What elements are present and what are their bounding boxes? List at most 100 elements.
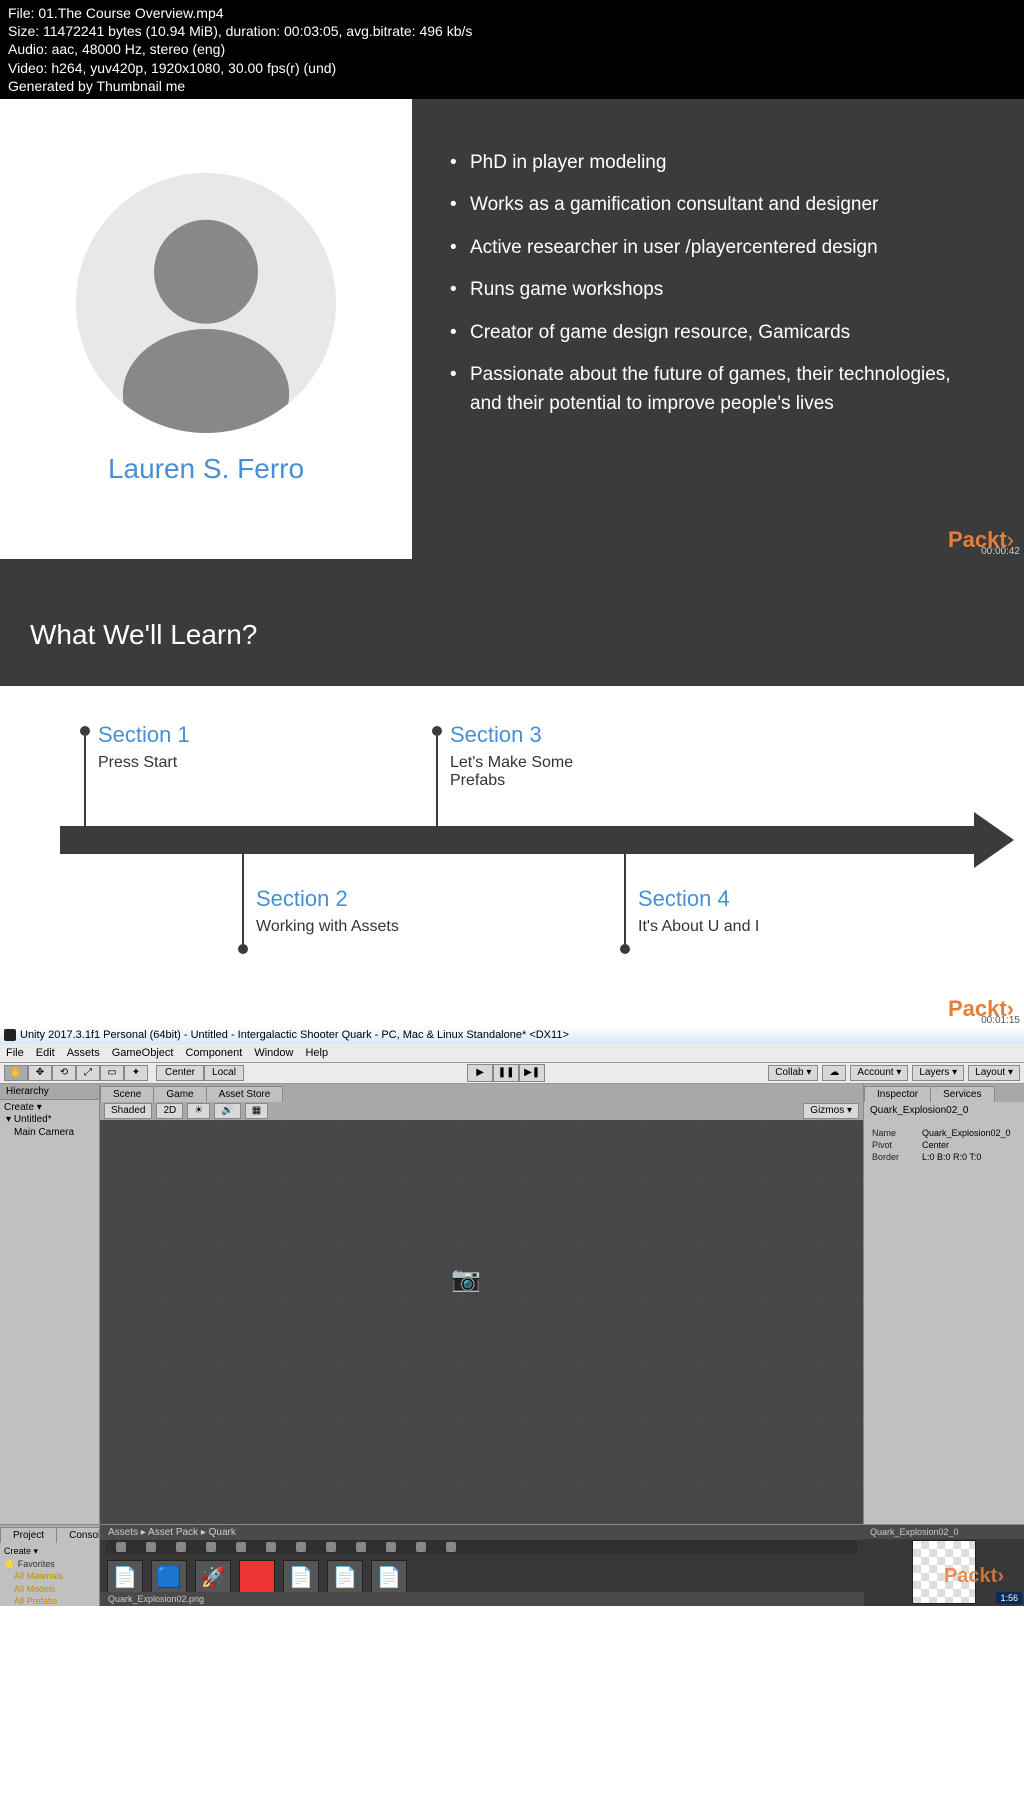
- frame-icon[interactable]: [176, 1542, 186, 1552]
- section-label: Section 3 Let's Make Some Prefabs: [450, 722, 610, 790]
- collab-dropdown[interactable]: Collab ▾: [768, 1065, 818, 1081]
- unity-icon: [4, 1029, 16, 1041]
- scene-item[interactable]: ▾ Untitled*: [4, 1113, 95, 1126]
- scale-tool-icon[interactable]: ⤢: [76, 1065, 100, 1081]
- bio-item: Passionate about the future of games, th…: [442, 361, 984, 418]
- menu-bar: File Edit Assets GameObject Component Wi…: [0, 1044, 1024, 1062]
- section-dot: [80, 726, 90, 736]
- camera-gizmo-icon[interactable]: 📷: [451, 1265, 481, 1294]
- scene-view[interactable]: 📷: [100, 1120, 863, 1524]
- account-dropdown[interactable]: Account ▾: [850, 1065, 908, 1081]
- inspector-row: PivotCenter: [868, 1139, 1020, 1151]
- asset-item[interactable]: 🚀Quark_Sp..: [194, 1560, 232, 1592]
- favorites-folder[interactable]: ⭐ Favorites: [4, 1558, 95, 1571]
- asset-item[interactable]: 📄License: [106, 1560, 144, 1592]
- hierarchy-tab[interactable]: Hierarchy: [0, 1084, 99, 1100]
- bio-item: Active researcher in user /playercentere…: [442, 234, 984, 263]
- frame-icon[interactable]: [116, 1542, 126, 1552]
- hand-tool-icon[interactable]: ✋: [4, 1065, 28, 1081]
- pivot-toggle[interactable]: Center: [156, 1065, 204, 1081]
- rotate-tool-icon[interactable]: ⟲: [52, 1065, 76, 1081]
- menu-component[interactable]: Component: [185, 1047, 242, 1059]
- author-avatar: [76, 173, 336, 433]
- cloud-icon[interactable]: ☁: [822, 1065, 846, 1081]
- breadcrumb[interactable]: Assets ▸ Asset Pack ▸ Quark: [100, 1525, 864, 1540]
- frame-icon[interactable]: [326, 1542, 336, 1552]
- asset-item[interactable]: 📄Readme: [282, 1560, 320, 1592]
- move-tool-icon[interactable]: ✥: [28, 1065, 52, 1081]
- frame-icon[interactable]: [266, 1542, 276, 1552]
- scene-grid: [100, 1120, 863, 1524]
- bio-item: Creator of game design resource, Gamicar…: [442, 319, 984, 348]
- timestamp: 00:00:42: [981, 546, 1020, 557]
- gizmos-dropdown[interactable]: Gizmos ▾: [803, 1103, 859, 1119]
- asset-item[interactable]: ❤Quark_UI..: [238, 1560, 276, 1592]
- transform-tool-icon[interactable]: ✦: [124, 1065, 148, 1081]
- asset-browser: Assets ▸ Asset Pack ▸ Quark 📄License 🟦Qu…: [100, 1525, 864, 1606]
- file-audio-line: Audio: aac, 48000 Hz, stereo (eng): [8, 40, 1016, 58]
- timestamp: 00:01:50: [981, 1581, 1020, 1592]
- section-label: Section 4 It's About U and I: [638, 886, 759, 936]
- menu-file[interactable]: File: [6, 1047, 24, 1059]
- step-icon[interactable]: ▶❚: [519, 1064, 545, 1082]
- layers-dropdown[interactable]: Layers ▾: [912, 1065, 964, 1081]
- pause-icon[interactable]: ❚❚: [493, 1064, 519, 1082]
- audio-icon[interactable]: 🔊: [214, 1103, 240, 1119]
- hierarchy-panel: Hierarchy Create ▾ ▾ Untitled* Main Came…: [0, 1084, 100, 1524]
- frame-icon[interactable]: [356, 1542, 366, 1552]
- favorite-item[interactable]: All Models: [4, 1583, 95, 1596]
- favorite-item[interactable]: All Materials: [4, 1570, 95, 1583]
- lighting-icon[interactable]: ☀: [187, 1103, 210, 1119]
- menu-edit[interactable]: Edit: [36, 1047, 55, 1059]
- menu-assets[interactable]: Assets: [67, 1047, 100, 1059]
- learn-heading: What We'll Learn?: [30, 619, 994, 651]
- gameobject-item[interactable]: Main Camera: [4, 1126, 95, 1139]
- scene-tab[interactable]: Scene: [100, 1086, 154, 1102]
- asset-item[interactable]: 🟦Quark_Ex..: [150, 1560, 188, 1592]
- frame-icon[interactable]: [146, 1542, 156, 1552]
- author-panel: Lauren S. Ferro: [0, 99, 412, 559]
- frame-icon[interactable]: [206, 1542, 216, 1552]
- create-dropdown[interactable]: Create ▾: [4, 1102, 95, 1113]
- console-tab[interactable]: Console: [56, 1527, 100, 1543]
- fx-icon[interactable]: ▦: [245, 1103, 268, 1119]
- section-desc: Let's Make Some Prefabs: [450, 754, 610, 790]
- file-metadata: File: 01.The Course Overview.mp4 Size: 1…: [0, 0, 1024, 99]
- window-title-bar[interactable]: Unity 2017.3.1f1 Personal (64bit) - Unti…: [0, 1026, 1024, 1044]
- space-toggle[interactable]: Local: [204, 1065, 244, 1081]
- frame-icon[interactable]: [446, 1542, 456, 1552]
- timeline-arrow-head: [974, 812, 1014, 868]
- asset-store-tab[interactable]: Asset Store: [206, 1086, 284, 1102]
- services-tab[interactable]: Services: [930, 1086, 994, 1102]
- transform-tools: ✋ ✥ ⟲ ⤢ ▭ ✦: [4, 1065, 148, 1081]
- frame-icon[interactable]: [416, 1542, 426, 1552]
- menu-gameobject[interactable]: GameObject: [112, 1047, 174, 1059]
- shaded-dropdown[interactable]: Shaded: [104, 1103, 152, 1119]
- game-tab[interactable]: Game: [153, 1086, 206, 1102]
- asset-item[interactable]: 📄Supported..: [326, 1560, 364, 1592]
- timeline: Section 1 Press Start Section 3 Let's Ma…: [20, 726, 1004, 956]
- slide-learn-body: Section 1 Press Start Section 3 Let's Ma…: [0, 686, 1024, 1026]
- layout-dropdown[interactable]: Layout ▾: [968, 1065, 1020, 1081]
- author-bio: PhD in player modeling Works as a gamifi…: [412, 99, 1024, 559]
- inspector-tab[interactable]: Inspector: [864, 1086, 931, 1102]
- rect-tool-icon[interactable]: ▭: [100, 1065, 124, 1081]
- create-dropdown[interactable]: Create ▾: [4, 1545, 95, 1558]
- play-controls: ▶ ❚❚ ▶❚: [467, 1064, 545, 1082]
- bio-list: PhD in player modeling Works as a gamifi…: [442, 149, 984, 419]
- view-2d-toggle[interactable]: 2D: [156, 1103, 183, 1119]
- sprite-sequence-strip[interactable]: [106, 1540, 858, 1554]
- favorite-item[interactable]: All Prefabs: [4, 1595, 95, 1606]
- window-title: Unity 2017.3.1f1 Personal (64bit) - Unti…: [20, 1029, 569, 1041]
- menu-window[interactable]: Window: [254, 1047, 293, 1059]
- system-clock[interactable]: 1:56: [996, 1592, 1022, 1604]
- play-icon[interactable]: ▶: [467, 1064, 493, 1082]
- frame-icon[interactable]: [236, 1542, 246, 1552]
- asset-item[interactable]: 📄Version: [370, 1560, 408, 1592]
- author-name: Lauren S. Ferro: [108, 453, 304, 485]
- frame-icon[interactable]: [386, 1542, 396, 1552]
- section-title: Section 1: [98, 722, 190, 748]
- menu-help[interactable]: Help: [305, 1047, 328, 1059]
- project-tab[interactable]: Project: [0, 1527, 57, 1543]
- frame-icon[interactable]: [296, 1542, 306, 1552]
